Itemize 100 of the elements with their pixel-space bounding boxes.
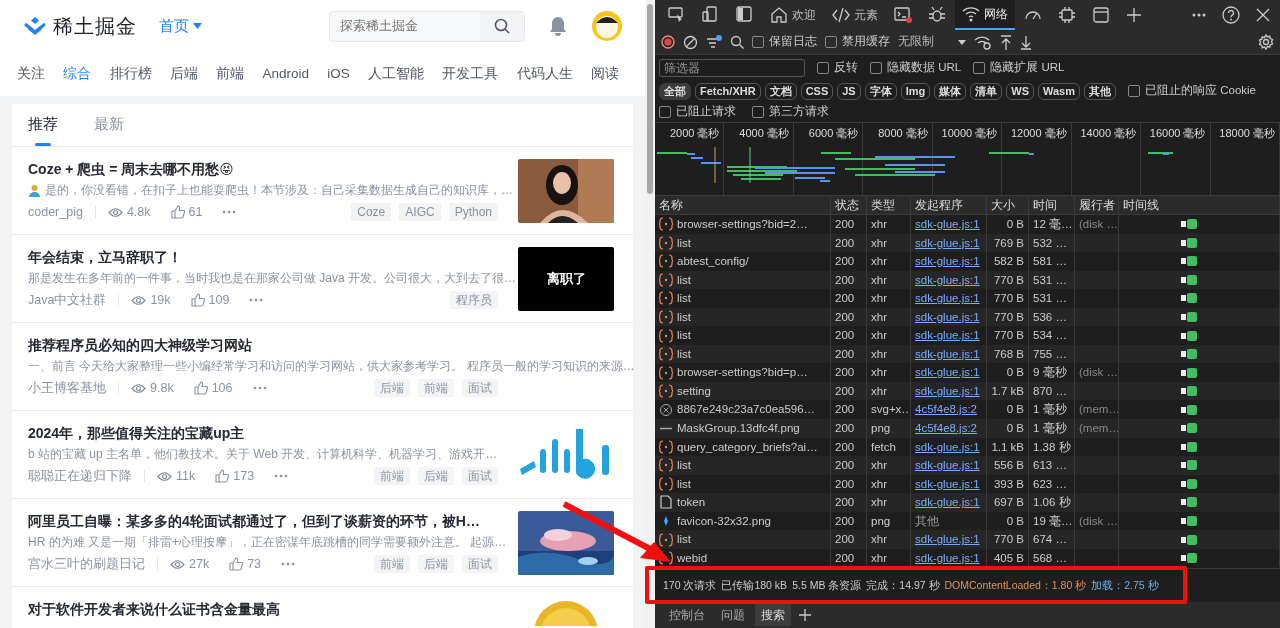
search-field[interactable]: 探索稀土掘金 — [329, 10, 525, 42]
avatar[interactable] — [591, 10, 623, 42]
category-tab[interactable]: iOS — [327, 63, 350, 85]
type-filter-chip[interactable]: 媒体 — [934, 82, 967, 100]
search-button[interactable] — [480, 11, 524, 41]
type-filter-chip[interactable]: Wasm — [1038, 82, 1080, 100]
type-filter-chip[interactable]: 文档 — [764, 82, 797, 100]
column-header[interactable]: 状态 — [831, 196, 867, 214]
search-icon[interactable] — [730, 35, 744, 49]
request-name[interactable]: browser-settings?bid=p… — [677, 363, 808, 382]
category-tab[interactable]: Android — [262, 63, 309, 85]
type-filter-chip[interactable]: 其他 — [1084, 82, 1116, 100]
type-filter-chip[interactable]: Fetch/XHR — [695, 82, 761, 100]
thumbs-up-icon[interactable] — [229, 557, 244, 571]
thumbs-up-icon[interactable] — [190, 293, 205, 307]
feed-tab[interactable]: 推荐 — [28, 103, 58, 146]
request-name[interactable]: list — [677, 289, 692, 308]
initiator-link[interactable]: 4c5f4e8.js:2 — [915, 422, 977, 434]
initiator-link[interactable]: sdk-glue.js:1 — [915, 366, 980, 379]
request-name[interactable]: list — [677, 530, 692, 549]
logo-text[interactable]: 稀土掘金 — [53, 11, 137, 41]
blocked-cookies-checkbox[interactable]: 已阻止的响应 Cookie — [1128, 82, 1256, 100]
initiator-link[interactable]: sdk-glue.js:1 — [915, 236, 980, 249]
column-header[interactable]: 时间线 — [1119, 196, 1280, 214]
request-name[interactable]: list — [677, 307, 692, 327]
filter-option-checkbox[interactable]: 隐藏数据 URL — [870, 58, 962, 77]
disable-cache-checkbox[interactable]: 禁用缓存 — [825, 33, 890, 51]
initiator-link[interactable]: sdk-glue.js:1 — [915, 218, 980, 230]
category-tab[interactable]: 综合 — [63, 63, 92, 85]
initiator-link[interactable]: sdk-glue.js:1 — [915, 329, 980, 342]
article-title[interactable]: Coze + 爬虫 = 周末去哪不用愁😝 — [28, 159, 498, 179]
close-icon[interactable] — [1256, 8, 1270, 22]
initiator-link[interactable]: sdk-glue.js:1 — [915, 255, 980, 268]
request-name[interactable]: favicon-32x32.png — [677, 511, 771, 531]
home-menu[interactable]: 首页 — [159, 14, 202, 38]
request-name[interactable]: query_category_briefs?ai… — [677, 437, 818, 457]
add-tab-icon[interactable] — [1127, 8, 1141, 22]
category-tab[interactable]: 后端 — [169, 63, 198, 85]
filter-field[interactable]: 筛选器 — [659, 58, 805, 77]
request-option-checkbox[interactable]: 已阻止请求 — [659, 103, 736, 121]
type-filter-chip[interactable]: Img — [900, 82, 931, 100]
record-button[interactable] — [661, 35, 675, 49]
column-header[interactable]: 发起程序 — [911, 196, 987, 214]
article-title[interactable]: 对于软件开发者来说什么证书含金量最高 — [28, 599, 498, 619]
help-icon[interactable] — [1222, 6, 1240, 24]
initiator-link[interactable]: sdk-glue.js:1 — [915, 440, 980, 453]
scrollbar[interactable] — [647, 4, 653, 194]
request-name[interactable]: list — [677, 474, 692, 494]
type-filter-chip[interactable]: 清单 — [970, 82, 1003, 100]
initiator-link[interactable]: sdk-glue.js:1 — [915, 551, 980, 564]
thumbs-up-icon[interactable] — [215, 469, 230, 483]
bell-icon[interactable] — [549, 16, 567, 36]
devtools-tab[interactable]: 网络 — [955, 0, 1015, 30]
drawer-tab[interactable]: 搜索 — [755, 604, 791, 626]
request-name[interactable]: list — [677, 344, 692, 364]
request-name[interactable]: list — [677, 270, 692, 290]
settings-icon[interactable] — [1258, 34, 1274, 50]
clear-icon[interactable] — [683, 34, 698, 50]
request-name[interactable]: list — [677, 326, 692, 345]
column-header[interactable]: 时间 — [1029, 196, 1075, 214]
thumbs-up-icon[interactable] — [193, 381, 208, 395]
initiator-link[interactable]: sdk-glue.js:1 — [915, 310, 980, 323]
download-icon[interactable] — [1020, 34, 1032, 50]
initiator-link[interactable]: sdk-glue.js:1 — [915, 347, 980, 360]
request-name[interactable]: token — [677, 493, 706, 512]
initiator-link[interactable]: 4c5f4e8.js:2 — [915, 403, 977, 416]
article-title[interactable]: 阿里员工自曝：某多多的4轮面试都通过了，但到了谈薪资的环节，被H… — [28, 511, 498, 531]
request-name[interactable]: webid — [677, 548, 708, 568]
request-name[interactable]: list — [677, 456, 692, 475]
request-name[interactable]: list — [677, 233, 692, 253]
filter-icon[interactable] — [706, 35, 722, 49]
thumbs-up-icon[interactable] — [170, 205, 185, 219]
filter-option-checkbox[interactable]: 反转 — [817, 58, 858, 77]
drawer-tab[interactable]: 问题 — [715, 604, 751, 626]
request-name[interactable]: MaskGroup.13dfc4f.png — [677, 419, 800, 438]
article-title[interactable]: 推荐程序员必知的四大神级学习网站 — [28, 335, 498, 355]
type-filter-chip[interactable]: 字体 — [864, 82, 897, 100]
initiator-link[interactable]: sdk-glue.js:1 — [915, 384, 980, 397]
initiator-link[interactable]: sdk-glue.js:1 — [915, 477, 980, 490]
category-tab[interactable]: 关注 — [17, 63, 45, 85]
request-name[interactable]: 8867e249c23a7c0ea596… — [677, 400, 816, 419]
type-filter-chip[interactable]: CSS — [800, 82, 834, 100]
article-title[interactable]: 2024年，那些值得关注的宝藏up主 — [28, 423, 498, 443]
type-filter-chip[interactable]: JS — [837, 82, 861, 100]
request-name[interactable]: abtest_config/ — [677, 252, 749, 271]
category-tab[interactable]: 前端 — [216, 63, 245, 85]
devtools-tab[interactable]: 欢迎 — [763, 0, 823, 30]
type-filter-chip[interactable]: 全部 — [659, 82, 691, 100]
category-tab[interactable]: 代码人生 — [516, 63, 573, 85]
add-tab-icon[interactable] — [799, 609, 811, 621]
request-option-checkbox[interactable]: 第三方请求 — [752, 103, 829, 121]
category-tab[interactable]: 阅读 — [590, 63, 619, 85]
upload-icon[interactable] — [1000, 34, 1012, 50]
column-header[interactable]: 名称 — [655, 196, 831, 214]
column-header[interactable]: 大小 — [987, 196, 1029, 214]
drawer-tab[interactable]: 控制台 — [663, 604, 711, 626]
throttling-dropdown[interactable]: 无限制 — [898, 33, 966, 51]
more-icon[interactable] — [1192, 13, 1206, 17]
column-header[interactable]: 类型 — [867, 196, 911, 214]
initiator-link[interactable]: sdk-glue.js:1 — [915, 459, 980, 472]
